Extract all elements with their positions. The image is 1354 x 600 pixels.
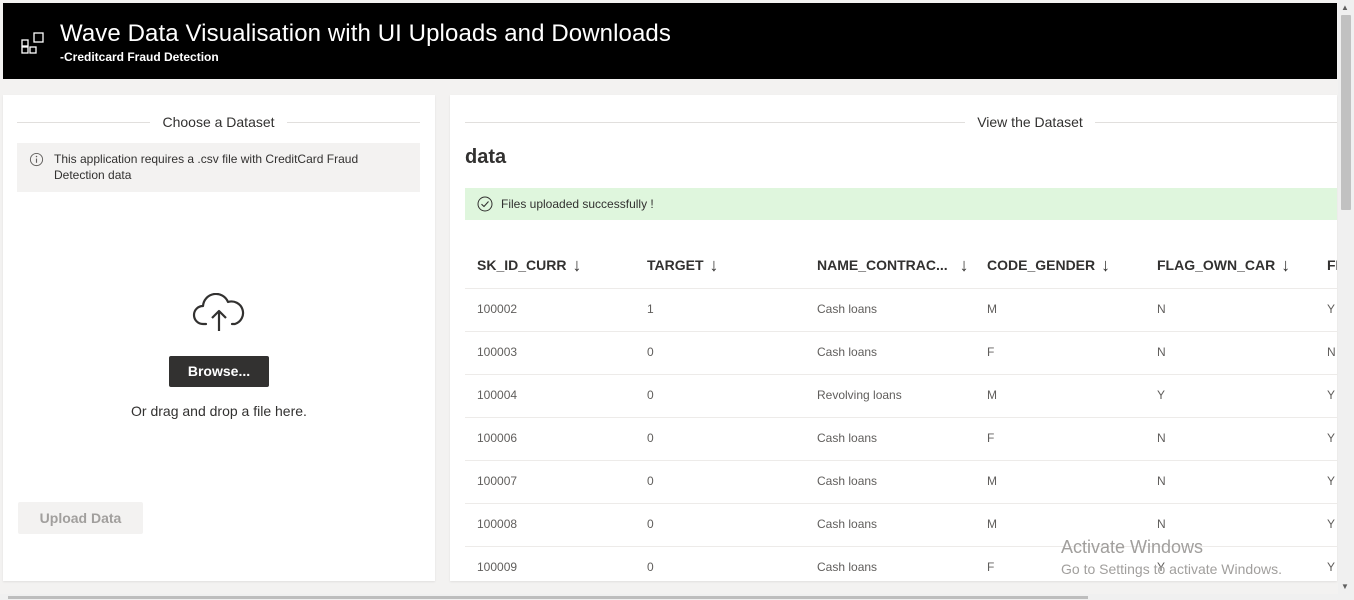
table-cell: Y [1327,388,1336,402]
sort-down-icon: ↓ [1101,255,1111,275]
table-cell: Cash loans [817,474,878,488]
column-header-target[interactable]: TARGET ↓ [647,255,719,275]
table-cell: N [1157,431,1166,445]
scrollbar-thumb[interactable] [8,596,1088,599]
table-cell: 100007 [477,474,518,488]
table-cell: M [987,474,997,488]
sort-down-icon: ↓ [572,255,582,275]
table-cell: N [1327,345,1336,359]
column-header-code-gender[interactable]: CODE_GENDER ↓ [987,255,1111,275]
table-row[interactable]: 100004 0 Revolving loans M Y Y [465,375,1337,418]
table-header: SK_ID_CURR ↓ TARGET ↓ NAME_CONTRAC... ↓ COD… [465,245,1337,289]
section-title-text: View the Dataset [977,114,1083,130]
success-message-bar: Files uploaded successfully ! [465,188,1337,220]
table-row[interactable]: 100007 0 Cash loans M N Y [465,461,1337,504]
table-cell: N [1157,517,1166,531]
sort-down-icon: ↓ [959,255,969,275]
info-message-text: This application requires a .csv file wi… [54,152,359,182]
table-cell: 100004 [477,388,518,402]
table-row[interactable]: 100003 0 Cash loans F N N [465,332,1337,375]
cloud-upload-icon [192,293,245,331]
table-cell: Cash loans [817,345,878,359]
dataset-table: SK_ID_CURR ↓ TARGET ↓ NAME_CONTRAC... ↓ COD… [465,245,1337,581]
column-header-sk-id-curr[interactable]: SK_ID_CURR ↓ [477,255,582,275]
table-cell: Y [1327,302,1336,316]
table-cell: N [1157,302,1166,316]
table-cell: 100008 [477,517,518,531]
dataset-title: data [465,146,507,168]
table-cell: F [987,345,995,359]
app-header: Wave Data Visualisation with UI Uploads … [3,3,1337,79]
drop-zone-text[interactable]: Or drag and drop a file here. [3,403,435,419]
info-message-bar: This application requires a .csv file wi… [17,143,420,192]
view-dataset-card: View the Dataset data Files uploaded suc… [450,95,1337,581]
table-cell: Cash loans [817,431,878,445]
column-header-name-contract[interactable]: NAME_CONTRAC... ↓ [817,255,969,275]
table-cell: Y [1327,517,1336,531]
table-cell: 0 [647,345,654,359]
app-title: Wave Data Visualisation with UI Uploads … [60,20,671,47]
table-cell: 100009 [477,560,518,574]
table-cell: F [987,560,995,574]
column-header-flag-own-car[interactable]: FLAG_OWN_CAR ↓ [1157,255,1291,275]
table-row[interactable]: 100009 0 Cash loans F Y Y [465,547,1337,581]
table-cell: M [987,302,997,316]
table-cell: N [1157,474,1166,488]
table-cell: 0 [647,431,654,445]
section-title-text: Choose a Dataset [162,114,275,130]
success-message-text: Files uploaded successfully ! [501,197,654,211]
table-cell: Y [1157,388,1166,402]
scroll-up-icon[interactable]: ▲ [1341,3,1349,12]
sort-down-icon: ↓ [709,255,719,275]
table-cell: 1 [647,302,654,316]
table-cell: Y [1327,474,1336,488]
horizontal-scrollbar[interactable] [0,594,1338,600]
table-cell: Cash loans [817,302,878,316]
table-cell: 0 [647,560,654,574]
table-cell: Y [1327,560,1336,574]
column-header-fl[interactable]: FL [1327,257,1337,273]
info-icon [29,152,44,167]
table-cell: M [987,517,997,531]
table-cell: Y [1157,560,1166,574]
check-circle-icon [477,196,493,212]
table-cell: F [987,431,995,445]
table-row[interactable]: 100002 1 Cash loans M N Y [465,289,1337,332]
section-title-choose: Choose a Dataset [17,114,421,130]
table-cell: 100002 [477,302,518,316]
table-cell: Revolving loans [817,388,902,402]
app-grid-icon [21,32,44,54]
table-cell: 100006 [477,431,518,445]
table-cell: 100003 [477,345,518,359]
sort-down-icon: ↓ [1281,255,1291,275]
table-row[interactable]: 100006 0 Cash loans F N Y [465,418,1337,461]
table-cell: Cash loans [817,517,878,531]
table-row[interactable]: 100008 0 Cash loans M N Y [465,504,1337,547]
scrollbar-thumb[interactable] [1341,15,1351,210]
table-cell: M [987,388,997,402]
table-cell: Cash loans [817,560,878,574]
table-cell: 0 [647,388,654,402]
table-cell: Y [1327,431,1336,445]
section-title-view: View the Dataset [465,114,1337,130]
vertical-scrollbar[interactable]: ▲ ▼ [1338,0,1354,600]
app-subtitle: -Creditcard Fraud Detection [60,50,219,64]
table-cell: N [1157,345,1166,359]
browse-button[interactable]: Browse... [169,356,269,387]
table-cell: 0 [647,474,654,488]
choose-dataset-card: Choose a Dataset This application requir… [3,95,435,581]
table-cell: 0 [647,517,654,531]
scroll-down-icon[interactable]: ▼ [1341,582,1349,591]
upload-data-button[interactable]: Upload Data [18,502,143,534]
